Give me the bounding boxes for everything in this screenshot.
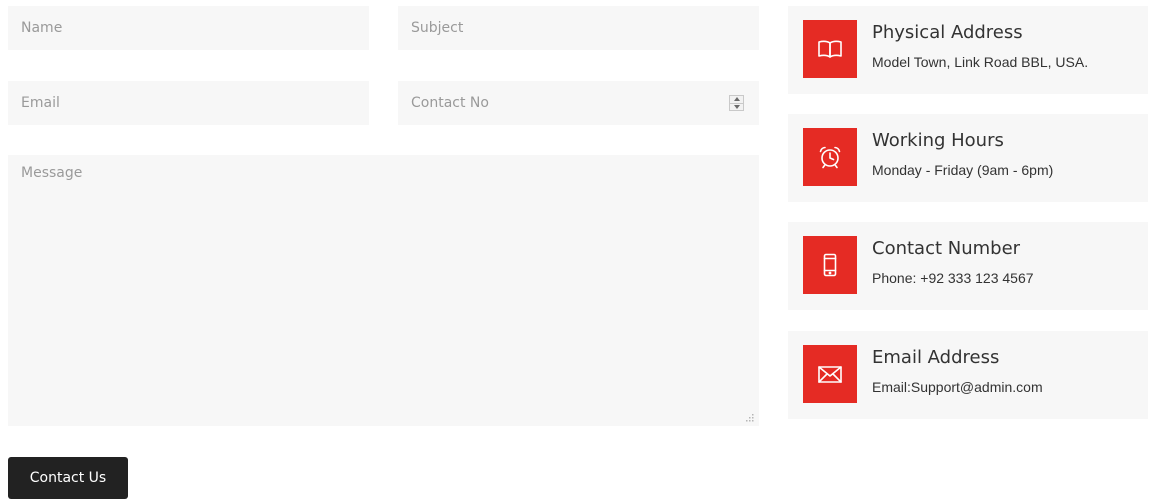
spinner-down-button[interactable] bbox=[730, 102, 743, 111]
icon-box bbox=[803, 128, 857, 186]
contact-number-input[interactable] bbox=[398, 81, 759, 125]
card-title: Contact Number bbox=[872, 238, 1021, 259]
envelope-icon bbox=[818, 366, 842, 383]
book-icon bbox=[818, 40, 842, 58]
card-title: Physical Address bbox=[872, 22, 1023, 43]
info-card-hours: Working Hours Monday - Friday (9am - 6pm… bbox=[788, 114, 1148, 202]
alarm-clock-icon bbox=[819, 146, 841, 169]
card-text: Model Town, Link Road BBL, USA. bbox=[872, 54, 1089, 70]
info-card-email: Email Address Email:Support@admin.com bbox=[788, 331, 1148, 419]
caret-up-icon bbox=[733, 97, 740, 102]
info-card-phone: Contact Number Phone: +92 333 123 4567 bbox=[788, 222, 1148, 310]
icon-box bbox=[803, 236, 857, 294]
contact-us-button[interactable]: Contact Us bbox=[8, 457, 128, 499]
card-text: Phone: +92 333 123 4567 bbox=[872, 270, 1034, 286]
subject-input[interactable] bbox=[398, 6, 759, 50]
card-text: Email:Support@admin.com bbox=[872, 379, 1043, 395]
message-textarea[interactable] bbox=[8, 155, 759, 426]
icon-box bbox=[803, 20, 857, 78]
icon-box bbox=[803, 345, 857, 403]
number-spinner[interactable] bbox=[729, 95, 744, 111]
card-title: Working Hours bbox=[872, 130, 1004, 151]
resize-grip-icon[interactable] bbox=[745, 413, 755, 423]
info-card-address: Physical Address Model Town, Link Road B… bbox=[788, 6, 1148, 94]
card-text: Monday - Friday (9am - 6pm) bbox=[872, 162, 1054, 178]
card-title: Email Address bbox=[872, 347, 1000, 368]
name-input[interactable] bbox=[8, 6, 369, 50]
smartphone-icon bbox=[823, 253, 837, 277]
email-input[interactable] bbox=[8, 81, 369, 125]
caret-down-icon bbox=[733, 104, 740, 109]
